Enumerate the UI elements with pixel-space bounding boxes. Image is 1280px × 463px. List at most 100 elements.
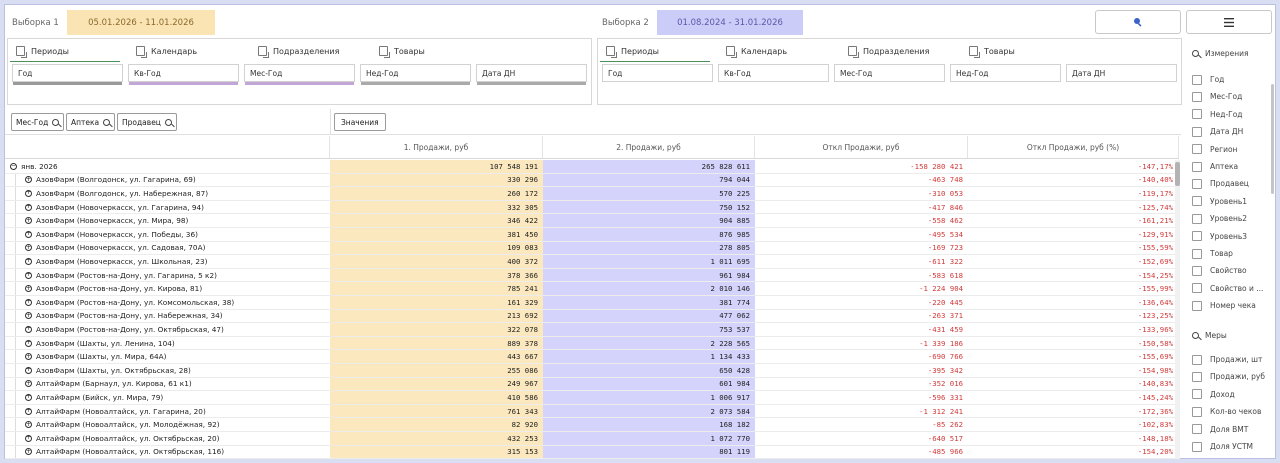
dimension-item[interactable]: Уровень3	[1192, 228, 1247, 245]
checkbox[interactable]	[1192, 406, 1202, 417]
expand-icon[interactable]: +	[25, 271, 32, 279]
panel1-field-quarter[interactable]: Кв-Год	[128, 64, 239, 85]
table-row[interactable]: + АлтайФарм (Бийск, ул. Мира, 79) 410 586 1…	[5, 391, 1179, 405]
checkbox[interactable]	[1192, 424, 1202, 435]
checkbox[interactable]	[1192, 354, 1202, 365]
panel2-field-date[interactable]: Дата ДН	[1066, 64, 1177, 82]
table-row[interactable]: + АзовФарм (Ростов-на-Дону, ул. Комсомоль…	[5, 296, 1179, 310]
expand-icon[interactable]: +	[25, 353, 32, 361]
table-row[interactable]: + АзовФарм (Шахты, ул. Мира, 64А) 443 667 1…	[5, 350, 1179, 364]
expand-icon[interactable]: +	[25, 217, 32, 225]
checkbox[interactable]	[1192, 371, 1202, 382]
panel1-tab-products[interactable]: Товары	[379, 41, 425, 61]
checkbox[interactable]	[1192, 231, 1202, 242]
panel2-field-week[interactable]: Нед-Год	[950, 64, 1061, 82]
selection2-dates[interactable]: 01.08.2024 - 31.01.2026	[657, 10, 803, 35]
dimension-item[interactable]: Уровень2	[1192, 210, 1247, 227]
search-button[interactable]	[1095, 10, 1181, 34]
table-row[interactable]: + АзовФарм (Новочеркасск, ул. Мира, 98) 34…	[5, 214, 1179, 228]
expand-icon[interactable]: +	[25, 339, 32, 347]
panel1-tab-periods[interactable]: Периоды	[16, 41, 69, 61]
header-col-1[interactable]: 1. Продажи, руб	[330, 136, 543, 158]
expand-icon[interactable]: +	[25, 257, 32, 265]
header-col-3[interactable]: Откл Продажи, руб	[755, 136, 968, 158]
measure-item[interactable]: Продажи, руб	[1192, 368, 1265, 385]
table-row[interactable]: + АзовФарм (Ростов-на-Дону, ул. Набережна…	[5, 309, 1179, 324]
checkbox[interactable]	[1192, 389, 1202, 400]
panel1-tab-calendar[interactable]: Календарь	[136, 41, 197, 61]
dims-title[interactable]: Измерения	[1192, 49, 1249, 58]
dimension-item[interactable]: Уровень1	[1192, 193, 1247, 210]
expand-icon[interactable]: +	[25, 285, 32, 293]
checkbox[interactable]	[1192, 300, 1202, 311]
expand-icon[interactable]: +	[25, 434, 32, 442]
expand-icon[interactable]: +	[25, 176, 32, 184]
dimension-item[interactable]: Товар	[1192, 245, 1233, 262]
expand-icon[interactable]: +	[25, 421, 32, 429]
table-row[interactable]: + АзовФарм (Новочеркасск, ул. Победы, 36)…	[5, 228, 1179, 242]
header-col-4[interactable]: Откл Продажи, руб (%)	[968, 136, 1179, 158]
scrollbar-thumb[interactable]	[1175, 162, 1180, 186]
dimension-item[interactable]: Дата ДН	[1192, 123, 1243, 140]
table-row[interactable]: + АзовФарм (Шахты, ул. Октябрьская, 28) 25…	[5, 364, 1179, 378]
dimension-item[interactable]: Номер чека	[1192, 297, 1256, 314]
measure-item[interactable]: Доход	[1192, 386, 1235, 403]
checkbox[interactable]	[1192, 283, 1202, 294]
collapse-icon[interactable]: −	[10, 162, 17, 170]
checkbox[interactable]	[1192, 178, 1202, 189]
expand-icon[interactable]: +	[25, 325, 32, 333]
checkbox[interactable]	[1192, 248, 1202, 259]
table-row[interactable]: + АзовФарм (Волгодонск, ул. Гагарина, 69)…	[5, 173, 1179, 188]
panel1-field-month[interactable]: Мес-Год	[244, 64, 355, 85]
table-scrollbar[interactable]	[1175, 160, 1180, 459]
table-row[interactable]: + АлтайФарм (Новоалтайск, ул. Октябрьская…	[5, 432, 1179, 446]
checkbox[interactable]	[1192, 91, 1202, 102]
panel1-field-week[interactable]: Нед-Год	[360, 64, 471, 85]
table-row[interactable]: + АлтайФарм (Барнаул, ул. Кирова, 61 к1) 2…	[5, 377, 1179, 392]
measure-item[interactable]: Доля УСТМ	[1192, 438, 1253, 455]
checkbox[interactable]	[1192, 265, 1202, 276]
dimension-item[interactable]: Регион	[1192, 141, 1237, 158]
table-row[interactable]: + АлтайФарм (Новоалтайск, ул. Гагарина, 2…	[5, 404, 1179, 419]
panel2-tab-calendar[interactable]: Календарь	[726, 41, 787, 61]
checkbox[interactable]	[1192, 144, 1202, 155]
panel2-tab-products[interactable]: Товары	[969, 41, 1015, 61]
expand-icon[interactable]: +	[25, 380, 32, 388]
table-row[interactable]: + АзовФарм (Ростов-на-Дону, ул. Октябрьск…	[5, 323, 1179, 337]
panel2-field-quarter[interactable]: Кв-Год	[718, 64, 829, 82]
dimension-item[interactable]: Мес-Год	[1192, 88, 1242, 105]
table-row[interactable]: + АзовФарм (Шахты, ул. Ленина, 104) 889 37…	[5, 336, 1179, 351]
table-row[interactable]: + АзовФарм (Новочеркасск, ул. Садовая, 70…	[5, 241, 1179, 256]
dimension-item[interactable]: Продавец	[1192, 175, 1249, 192]
dimension-item[interactable]: Год	[1192, 71, 1224, 88]
header-col-2[interactable]: 2. Продажи, руб	[543, 136, 755, 158]
table-row[interactable]: + АлтайФарм (Новоалтайск, ул. Молодёжная,…	[5, 418, 1179, 432]
table-row-total[interactable]: − янв. 2026 107 548 191 265 828 611 -158 280…	[5, 160, 1179, 174]
table-row[interactable]: + АлтайФарм (Новоалтайск, ул. Октябрьская…	[5, 445, 1179, 459]
expand-icon[interactable]: +	[25, 203, 32, 211]
measure-item[interactable]: Кол-во чеков	[1192, 403, 1261, 420]
measure-item[interactable]: Продажи, шт	[1192, 351, 1262, 368]
measure-item[interactable]: Доля ВМТ	[1192, 421, 1248, 438]
checkbox[interactable]	[1192, 109, 1202, 120]
expand-icon[interactable]: +	[25, 366, 32, 374]
panel2-tab-departments[interactable]: Подразделения	[848, 41, 929, 61]
dims-scrollbar[interactable]	[1271, 84, 1274, 194]
menu-button[interactable]	[1186, 10, 1272, 34]
panel2-tab-periods[interactable]: Периоды	[606, 41, 659, 61]
dimension-item[interactable]: Свойство	[1192, 262, 1247, 279]
checkbox[interactable]	[1192, 213, 1202, 224]
panel1-field-year[interactable]: Год	[12, 64, 123, 85]
expand-icon[interactable]: +	[25, 448, 32, 456]
expand-icon[interactable]: +	[25, 230, 32, 238]
checkbox[interactable]	[1192, 126, 1202, 137]
table-row[interactable]: + АзовФарм (Ростов-на-Дону, ул. Кирова, 8…	[5, 282, 1179, 296]
panel2-field-month[interactable]: Мес-Год	[834, 64, 945, 82]
expand-icon[interactable]: +	[25, 189, 32, 197]
expand-icon[interactable]: +	[25, 393, 32, 401]
dimension-item[interactable]: Аптека	[1192, 158, 1238, 175]
dim-chip-pharmacy[interactable]: Аптека	[66, 113, 116, 131]
table-row[interactable]: + АзовФарм (Волгодонск, ул. Набережная, 8…	[5, 187, 1179, 201]
selection1-dates[interactable]: 05.01.2026 - 11.01.2026	[67, 10, 215, 35]
expand-icon[interactable]: +	[25, 244, 32, 252]
